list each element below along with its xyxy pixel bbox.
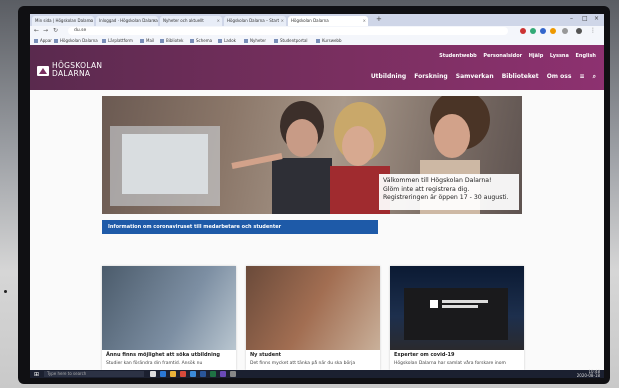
card-covid-experts[interactable]: Experter om covid-19 Högskolan Dalarna h… — [390, 266, 524, 370]
corona-info-banner[interactable]: Information om coronaviruset till medarb… — [102, 220, 378, 234]
building-logo-image — [404, 288, 508, 340]
bookmark[interactable]: Studentportal — [274, 37, 308, 44]
task-view-icon[interactable] — [150, 371, 156, 377]
close-icon[interactable]: × — [89, 16, 92, 26]
utility-link-personalsidor[interactable]: Personalsidor — [483, 53, 522, 59]
nav-biblioteket[interactable]: Biblioteket — [502, 73, 539, 80]
utility-link-english[interactable]: English — [575, 53, 596, 59]
screen: Min sida | Högskolan Dalarna × Inloggad ·… — [30, 14, 604, 378]
bookmark[interactable]: Mail — [140, 37, 154, 44]
hero-caption-line2: Glöm inte att registrera dig. — [383, 185, 470, 193]
browser-tab-active[interactable]: Högskolan Dalarna × — [288, 16, 368, 26]
url-input[interactable]: du.se — [68, 27, 508, 35]
clock-date: 2020-08-18 — [576, 373, 600, 378]
bookmark[interactable]: Högskolan Dalarna — [54, 37, 98, 44]
taskbar-search-placeholder: Type here to search — [47, 371, 87, 376]
bookmark[interactable]: Ladok — [218, 37, 236, 44]
bookmark[interactable]: Nyheter — [244, 37, 266, 44]
card-image — [246, 266, 380, 350]
logo-line2: DALARNA — [52, 69, 91, 78]
extension-icon[interactable] — [530, 28, 536, 34]
chrome-icon[interactable] — [180, 371, 186, 377]
menu-icon[interactable]: ⋮ — [590, 27, 596, 34]
nav-utbildning[interactable]: Utbildning — [371, 73, 406, 80]
card-title: Experter om covid-19 — [394, 352, 455, 358]
utility-link-studentwebb[interactable]: Studentwebb — [439, 53, 477, 59]
card-title: Ny student — [250, 352, 282, 358]
profile-icon[interactable] — [576, 28, 582, 34]
tab-label: Inloggad · Högskolan Dalarna — [99, 18, 158, 23]
maximize-icon[interactable]: □ — [582, 15, 588, 22]
tab-bar: Min sida | Högskolan Dalarna × Inloggad ·… — [30, 14, 604, 26]
close-icon[interactable]: × — [217, 16, 220, 26]
app-icon[interactable] — [230, 371, 236, 377]
bookmark[interactable]: Kurswebb — [316, 37, 342, 44]
windows-start-icon[interactable]: ⊞ — [34, 371, 39, 378]
extension-icon[interactable] — [540, 28, 546, 34]
card-title: Ännu finns möjlighet att söka utbildning — [106, 352, 220, 358]
search-icon[interactable]: ⌕ — [593, 73, 596, 80]
tab-label: Nyheter och aktuellt — [163, 18, 204, 23]
taskbar-search[interactable]: Type here to search — [44, 371, 144, 377]
back-icon[interactable]: ← — [34, 27, 39, 34]
utility-link-hjalp[interactable]: Hjälp — [529, 53, 544, 59]
close-icon[interactable]: × — [153, 16, 156, 26]
taskbar-clock[interactable]: 10:48 2020-08-18 — [577, 370, 600, 378]
card-image — [390, 266, 524, 350]
utility-nav: Studentwebb Personalsidor Hjälp Lyssna E… — [434, 53, 596, 59]
close-window-icon[interactable]: × — [594, 15, 599, 22]
reload-icon[interactable]: ↻ — [53, 27, 58, 34]
extension-icon[interactable] — [520, 28, 526, 34]
browser-tab[interactable]: Nyheter och aktuellt × — [160, 16, 222, 26]
hero-image: Välkommen till Högskolan Dalarna! Glöm i… — [102, 96, 522, 214]
card-text: Studier kan förändra din framtid. Ansök … — [106, 361, 203, 366]
edge-icon[interactable] — [160, 371, 166, 377]
utility-link-lyssna[interactable]: Lyssna — [550, 53, 569, 59]
excel-icon[interactable] — [210, 371, 216, 377]
close-icon[interactable]: × — [281, 16, 284, 26]
page-body: Välkommen till Högskolan Dalarna! Glöm i… — [30, 90, 604, 370]
star-icon[interactable] — [562, 28, 568, 34]
site-header: HÖGSKOLAN DALARNA Studentwebb Personalsi… — [30, 45, 604, 90]
outlook-icon[interactable] — [190, 371, 196, 377]
url-text: du.se — [74, 28, 87, 33]
new-tab-icon[interactable]: + — [376, 15, 382, 23]
forward-icon[interactable]: → — [43, 27, 48, 34]
bookmark[interactable]: Lärplattform — [102, 37, 133, 44]
nav-samverkan[interactable]: Samverkan — [456, 73, 494, 80]
tab-label: Högskolan Dalarna – Start — [227, 18, 280, 23]
address-bar: ← → ↻ du.se ⋮ — [30, 26, 604, 36]
taskbar: ⊞ Type here to search 10:48 2020-08-18 — [30, 370, 604, 378]
nav-om-oss[interactable]: Om oss — [547, 73, 572, 80]
teams-icon[interactable] — [220, 371, 226, 377]
hero-caption-line1: Välkommen till Högskolan Dalarna! — [383, 177, 492, 184]
logo-icon[interactable] — [36, 64, 50, 78]
minimize-icon[interactable]: – — [570, 15, 573, 22]
logo-wordmark[interactable]: HÖGSKOLAN DALARNA — [52, 62, 102, 78]
corona-info-link[interactable]: Information om coronaviruset till medarb… — [108, 224, 281, 230]
hamburger-menu-icon[interactable]: ≡ — [580, 73, 585, 80]
browser-tab[interactable]: Inloggad · Högskolan Dalarna × — [96, 16, 158, 26]
close-icon[interactable]: × — [363, 16, 366, 26]
browser-tab[interactable]: Högskolan Dalarna – Start × — [224, 16, 286, 26]
hero-caption-line3: Registreringen är öppen 17 - 30 augusti. — [383, 194, 509, 201]
bookmark[interactable]: Schema — [190, 37, 212, 44]
tab-label: Högskolan Dalarna — [291, 18, 329, 23]
bookmark[interactable]: Bibliotek — [160, 37, 183, 44]
card-apply[interactable]: Ännu finns möjlighet att söka utbildning… — [102, 266, 236, 370]
card-image — [102, 266, 236, 350]
main-nav: Utbildning Forskning Samverkan Bibliotek… — [365, 73, 596, 81]
extension-icon[interactable] — [550, 28, 556, 34]
word-icon[interactable] — [200, 371, 206, 377]
bookmark[interactable]: Appar — [34, 37, 52, 44]
card-text: Det finns mycket att tänka på när du ska… — [250, 361, 356, 366]
tab-label: Min sida | Högskolan Dalarna — [35, 18, 94, 23]
nav-forskning[interactable]: Forskning — [414, 73, 447, 80]
card-new-student[interactable]: Ny student Det finns mycket att tänka på… — [246, 266, 380, 370]
browser-tab[interactable]: Min sida | Högskolan Dalarna × — [32, 16, 94, 26]
background-dot — [4, 290, 7, 293]
hero-caption: Välkommen till Högskolan Dalarna! Glöm i… — [379, 174, 519, 210]
card-text: Högskolan Dalarna har samlat våra forska… — [394, 361, 506, 366]
file-explorer-icon[interactable] — [170, 371, 176, 377]
